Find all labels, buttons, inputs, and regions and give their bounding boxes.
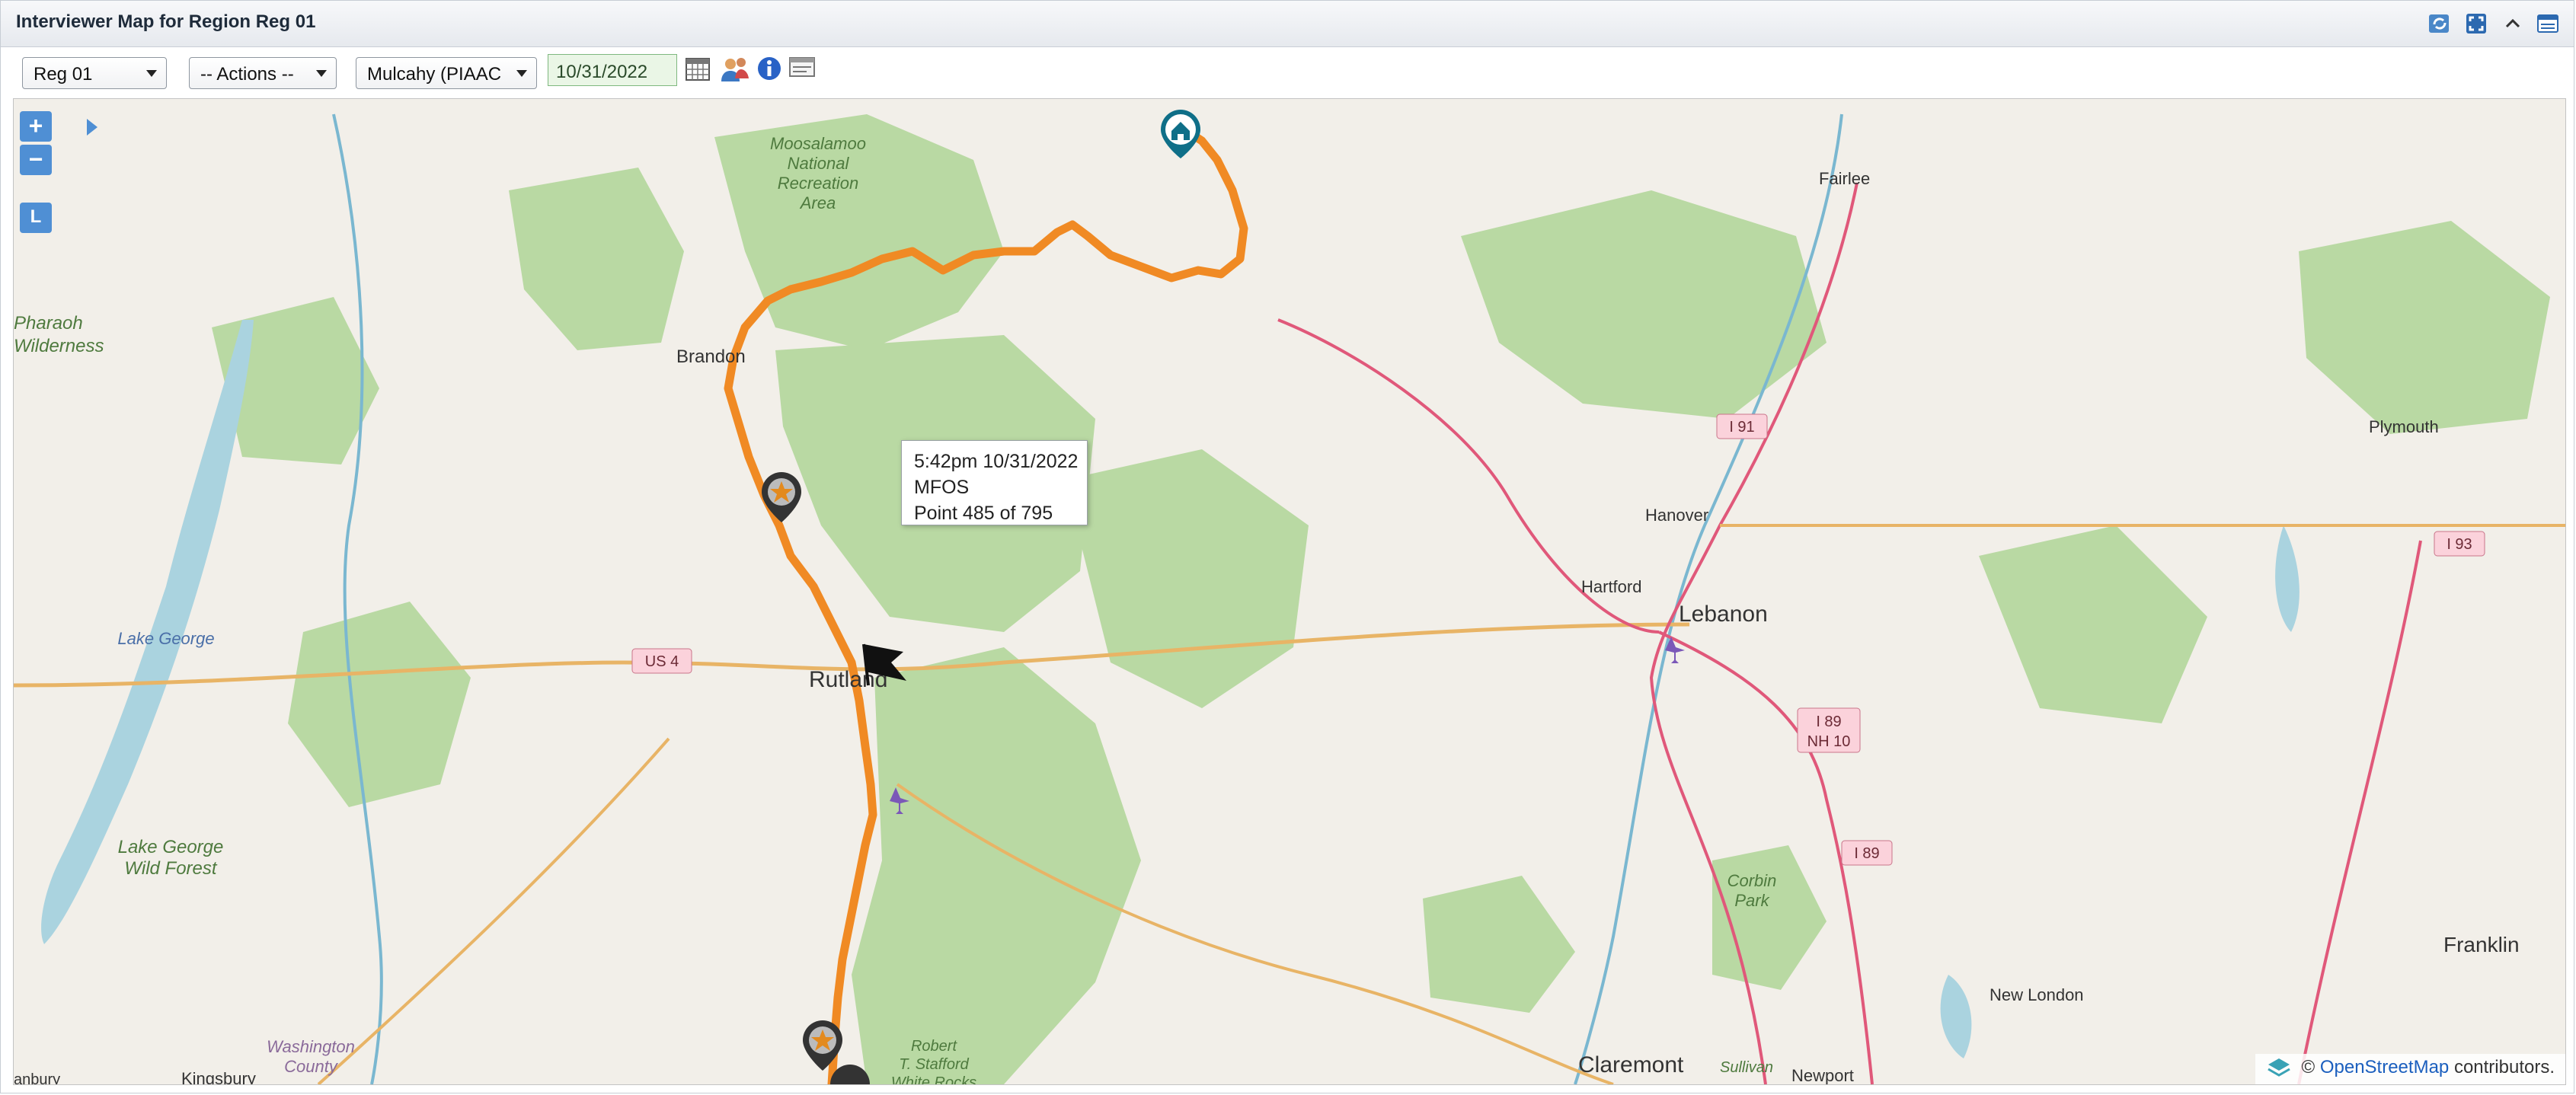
- svg-text:NH 10: NH 10: [1807, 733, 1851, 750]
- shield-i93: I 93: [2447, 536, 2472, 553]
- route-point-tooltip: 5:42pm 10/31/2022 MFOS Point 485 of 795: [901, 440, 1088, 525]
- attribution-prefix: ©: [2301, 1057, 2316, 1077]
- map-attribution: © OpenStreetMap contributors.: [2255, 1054, 2565, 1084]
- tooltip-point: Point 485 of 795: [914, 503, 1053, 524]
- actions-select-value: -- Actions --: [200, 64, 294, 85]
- label-corbin-park: Corbin: [1727, 871, 1777, 890]
- info-icon[interactable]: [756, 56, 782, 81]
- shield-i89-nh10: I 89: [1816, 714, 1841, 730]
- actions-select[interactable]: -- Actions --: [189, 57, 337, 89]
- chevron-down-icon: [516, 70, 527, 77]
- map-canvas[interactable]: Moosalamoo National Recreation Area Phar…: [14, 99, 2565, 1084]
- label-lake-george-forest: Lake George: [118, 837, 224, 857]
- interviewer-select-value: Mulcahy (PIAAC: [367, 64, 502, 85]
- svg-text:Recreation: Recreation: [778, 174, 858, 193]
- svg-text:Park: Park: [1734, 891, 1769, 910]
- shield-i91: I 91: [1729, 419, 1754, 436]
- label-anbury: anbury: [14, 1071, 60, 1084]
- label-hanover: Hanover: [1645, 506, 1708, 525]
- layer-icon: [2268, 1058, 2291, 1077]
- collapse-icon[interactable]: [2501, 11, 2525, 36]
- map-view[interactable]: Moosalamoo National Recreation Area Phar…: [13, 98, 2566, 1085]
- label-hartford: Hartford: [1581, 577, 1641, 596]
- layers-button[interactable]: L: [20, 203, 52, 233]
- svg-text:National: National: [788, 154, 850, 173]
- label-claremont: Claremont: [1578, 1052, 1684, 1077]
- label-moosalamoo: Moosalamoo: [770, 134, 866, 153]
- label-stafford: Robert: [911, 1038, 957, 1055]
- label-newport: Newport: [1791, 1066, 1854, 1084]
- card-icon[interactable]: [788, 56, 816, 78]
- shield-i89: I 89: [1854, 845, 1879, 862]
- svg-text:Area: Area: [799, 193, 836, 212]
- attribution-suffix: contributors.: [2453, 1057, 2555, 1077]
- label-sullivan: Sullivan: [1720, 1059, 1773, 1076]
- label-new-london: New London: [1990, 985, 2084, 1004]
- chevron-down-icon: [146, 70, 157, 77]
- svg-text:Wilderness: Wilderness: [14, 336, 104, 356]
- zoom-in-button[interactable]: +: [20, 111, 52, 142]
- panel-expand-icon[interactable]: [84, 114, 102, 140]
- title-bar: Interviewer Map for Region Reg 01: [1, 1, 2574, 47]
- svg-text:White Rocks: White Rocks: [891, 1074, 976, 1084]
- fullscreen-icon[interactable]: [2464, 11, 2488, 36]
- zoom-out-button[interactable]: −: [20, 145, 52, 175]
- people-icon[interactable]: [720, 56, 750, 83]
- toolbar: Reg 01 -- Actions -- Mulcahy (PIAAC 10/3…: [1, 48, 2574, 97]
- label-plymouth: Plymouth: [2369, 417, 2439, 436]
- label-kingsbury: Kingsbury: [181, 1069, 256, 1084]
- label-lake-george: Lake George: [117, 629, 214, 648]
- svg-text:Wild Forest: Wild Forest: [124, 858, 217, 879]
- svg-text:County: County: [284, 1057, 339, 1076]
- label-pharaoh: Pharaoh: [14, 313, 83, 334]
- label-brandon: Brandon: [676, 346, 746, 367]
- water-labels: Lake George: [117, 629, 214, 648]
- window-icon[interactable]: [2536, 11, 2560, 36]
- label-washington-county: Washington: [267, 1037, 355, 1056]
- shield-us4: US 4: [645, 653, 679, 670]
- label-fairlee: Fairlee: [1819, 169, 1870, 188]
- chevron-down-icon: [316, 70, 327, 77]
- interviewer-select[interactable]: Mulcahy (PIAAC: [356, 57, 537, 89]
- svg-text:T. Stafford: T. Stafford: [899, 1056, 969, 1073]
- date-input[interactable]: 10/31/2022: [548, 54, 677, 86]
- label-lebanon: Lebanon: [1679, 602, 1768, 627]
- region-select-value: Reg 01: [34, 64, 93, 85]
- refresh-icon[interactable]: [2427, 11, 2452, 36]
- map-window: Interviewer Map for Region Reg 01 Reg 01…: [0, 0, 2574, 1093]
- window-title: Interviewer Map for Region Reg 01: [16, 11, 316, 32]
- openstreetmap-link[interactable]: OpenStreetMap: [2320, 1057, 2449, 1077]
- tooltip-time: 5:42pm 10/31/2022: [914, 451, 1079, 472]
- region-select[interactable]: Reg 01: [22, 57, 167, 89]
- calendar-icon[interactable]: [685, 56, 711, 81]
- tooltip-type: MFOS: [914, 477, 970, 498]
- label-franklin: Franklin: [2443, 933, 2520, 956]
